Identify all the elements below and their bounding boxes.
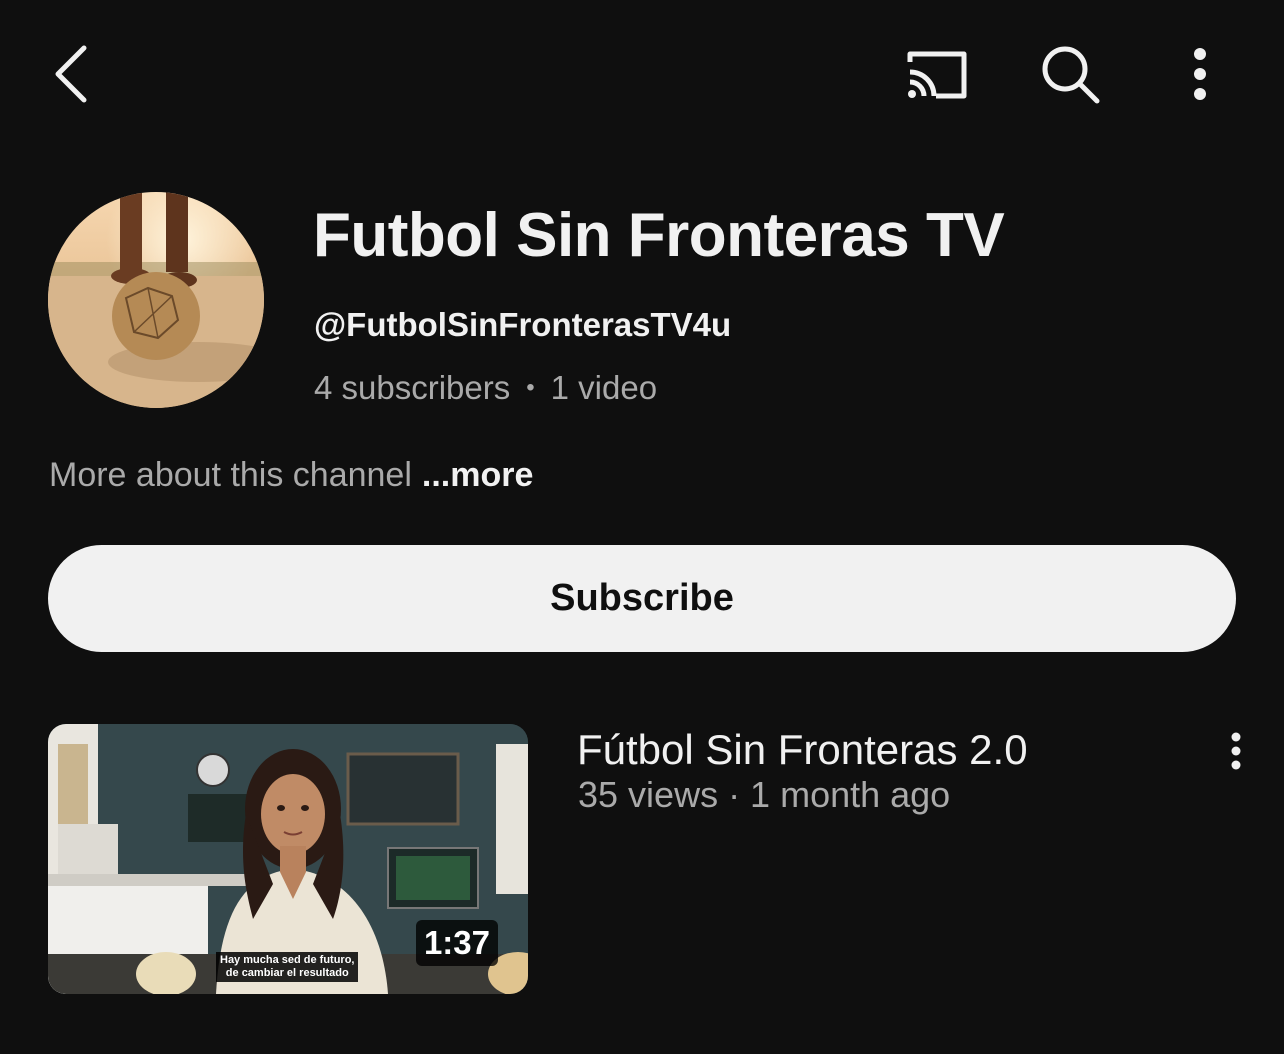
- video-duration: 1:37: [415, 920, 498, 966]
- video-thumbnail[interactable]: Hay mucha sed de futuro, de cambiar el r…: [48, 724, 528, 994]
- subscribe-button[interactable]: Subscribe: [48, 545, 1236, 652]
- video-options-button[interactable]: [1216, 726, 1256, 776]
- more-vertical-icon: [1231, 732, 1241, 770]
- video-count: 1 video: [550, 369, 658, 406]
- caption-line-2: de cambiar el resultado: [225, 967, 349, 979]
- about-text: More about this channel: [49, 456, 412, 494]
- video-meta: 35 views · 1 month ago: [578, 774, 951, 815]
- channel-handle: @FutbolSinFronterasTV4u: [314, 306, 732, 343]
- video-title[interactable]: Fútbol Sin Fronteras 2.0: [577, 726, 1028, 774]
- search-button[interactable]: [1030, 36, 1110, 112]
- channel-page: Futbol Sin Fronteras TV @FutbolSinFronte…: [0, 0, 1284, 1054]
- more-options-button[interactable]: [1170, 36, 1230, 112]
- channel-avatar[interactable]: [48, 192, 264, 408]
- top-app-bar: [0, 0, 1284, 150]
- search-icon: [1042, 46, 1100, 104]
- channel-about[interactable]: More about this channel ...more: [49, 456, 533, 495]
- cast-button[interactable]: [896, 40, 976, 110]
- stats-separator: •: [526, 374, 535, 401]
- channel-name: Futbol Sin Fronteras TV: [313, 201, 1005, 270]
- cast-icon: [907, 51, 967, 99]
- subscriber-count: 4 subscribers: [314, 369, 511, 406]
- caption-line-1: Hay mucha sed de futuro,: [220, 954, 355, 966]
- more-link[interactable]: ...more: [422, 456, 533, 494]
- chevron-left-icon: [55, 45, 87, 103]
- avatar-image: [48, 192, 264, 408]
- more-vertical-icon: [1194, 48, 1206, 100]
- channel-stats: 4 subscribers • 1 video: [314, 369, 657, 407]
- subtitle-caption: Hay mucha sed de futuro, de cambiar el r…: [216, 952, 359, 982]
- back-button[interactable]: [40, 36, 104, 112]
